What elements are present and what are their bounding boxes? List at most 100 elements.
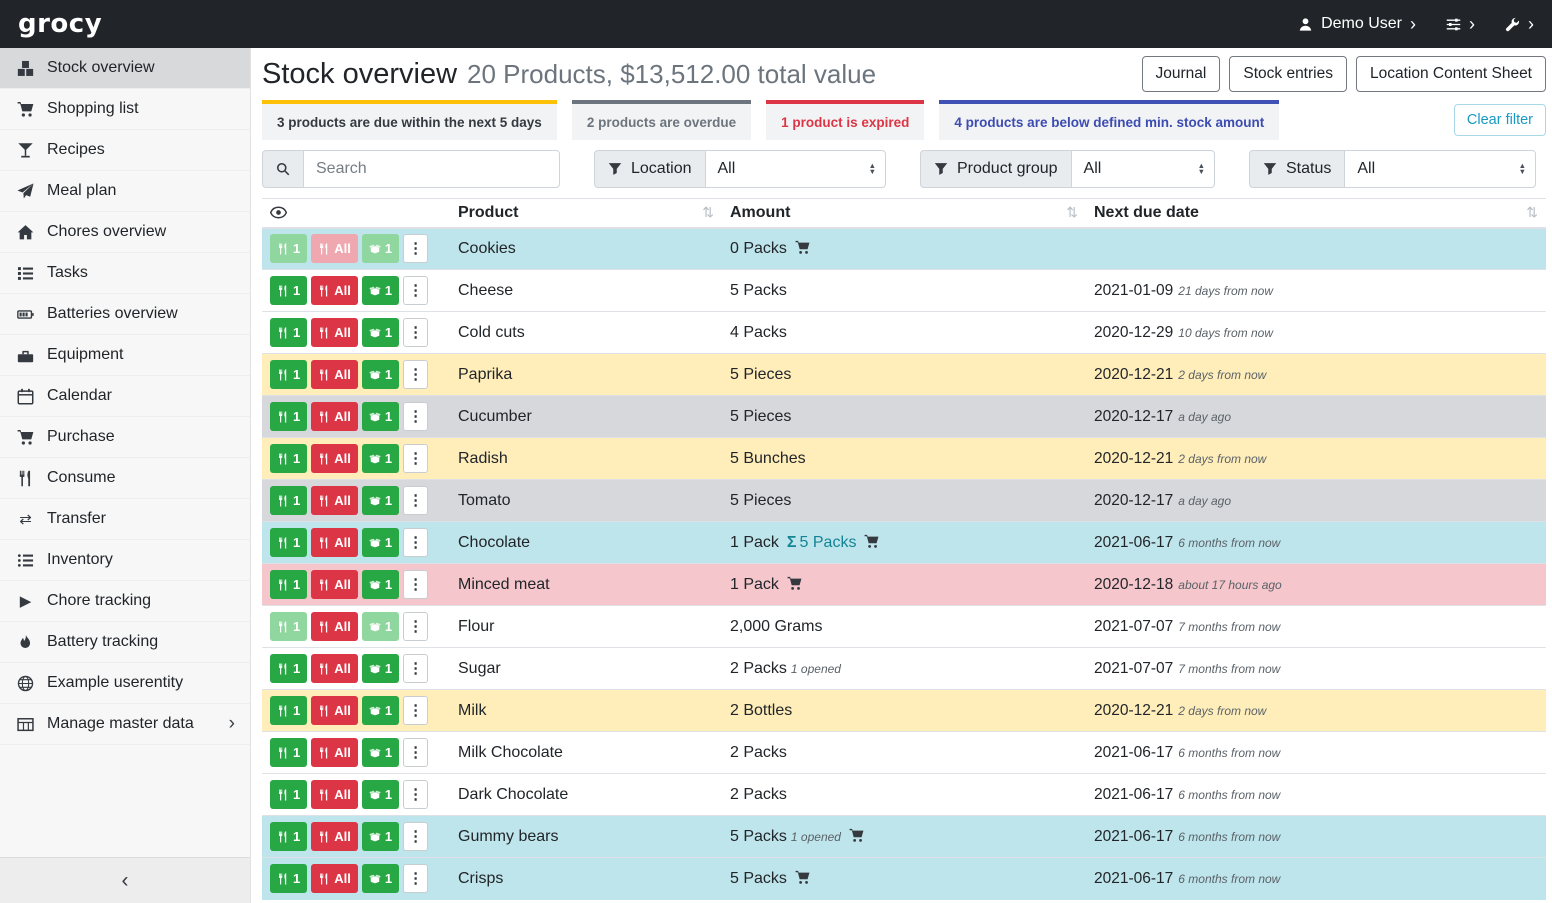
consume-all-button[interactable]: All bbox=[311, 780, 358, 809]
consume-all-button[interactable]: All bbox=[311, 402, 358, 431]
consume-all-button[interactable]: All bbox=[311, 276, 358, 305]
sidebar-item-manage-master-data[interactable]: Manage master data› bbox=[0, 704, 250, 745]
admin-menu[interactable]: › bbox=[1505, 15, 1534, 33]
column-header-next-due-date[interactable]: Next due date bbox=[1094, 204, 1199, 221]
sidebar-item-inventory[interactable]: Inventory bbox=[0, 540, 250, 581]
column-header-product[interactable]: Product bbox=[458, 204, 518, 221]
user-menu[interactable]: Demo User › bbox=[1298, 15, 1416, 33]
open-one-button[interactable]: 1 bbox=[362, 360, 399, 389]
row-menu-button[interactable]: ⋮ bbox=[403, 738, 428, 767]
consume-all-button[interactable]: All bbox=[311, 612, 358, 641]
consume-all-button[interactable]: All bbox=[311, 654, 358, 683]
settings-menu[interactable]: › bbox=[1446, 15, 1475, 33]
consume-one-button[interactable]: 1 bbox=[270, 864, 307, 893]
row-menu-button[interactable]: ⋮ bbox=[403, 570, 428, 599]
open-one-button[interactable]: 1 bbox=[362, 276, 399, 305]
row-menu-button[interactable]: ⋮ bbox=[403, 234, 428, 263]
open-one-button[interactable]: 1 bbox=[362, 612, 399, 641]
consume-one-button[interactable]: 1 bbox=[270, 360, 307, 389]
row-menu-button[interactable]: ⋮ bbox=[403, 486, 428, 515]
sidebar-item-chores-overview[interactable]: Chores overview bbox=[0, 212, 250, 253]
row-menu-button[interactable]: ⋮ bbox=[403, 864, 428, 893]
consume-one-button[interactable]: 1 bbox=[270, 738, 307, 767]
sidebar-item-calendar[interactable]: Calendar bbox=[0, 376, 250, 417]
consume-one-button[interactable]: 1 bbox=[270, 444, 307, 473]
row-menu-button[interactable]: ⋮ bbox=[403, 822, 428, 851]
consume-one-button[interactable]: 1 bbox=[270, 654, 307, 683]
product-group-select[interactable]: All ▲▼ bbox=[1071, 150, 1215, 188]
open-one-button[interactable]: 1 bbox=[362, 402, 399, 431]
sidebar-collapse-button[interactable]: ‹ bbox=[0, 857, 250, 903]
banner-overdue[interactable]: 2 products are overdue bbox=[572, 100, 751, 140]
row-menu-button[interactable]: ⋮ bbox=[403, 360, 428, 389]
open-one-button[interactable]: 1 bbox=[362, 780, 399, 809]
search-input[interactable] bbox=[303, 150, 560, 188]
consume-all-button[interactable]: All bbox=[311, 234, 358, 263]
sidebar-item-chore-tracking[interactable]: ▶Chore tracking bbox=[0, 581, 250, 622]
open-one-button[interactable]: 1 bbox=[362, 822, 399, 851]
row-menu-button[interactable]: ⋮ bbox=[403, 276, 428, 305]
consume-one-button[interactable]: 1 bbox=[270, 234, 307, 263]
status-select[interactable]: All ▲▼ bbox=[1344, 150, 1536, 188]
open-one-button[interactable]: 1 bbox=[362, 444, 399, 473]
open-one-button[interactable]: 1 bbox=[362, 234, 399, 263]
consume-all-button[interactable]: All bbox=[311, 864, 358, 893]
consume-all-button[interactable]: All bbox=[311, 696, 358, 725]
sidebar-item-batteries-overview[interactable]: Batteries overview bbox=[0, 294, 250, 335]
consume-one-button[interactable]: 1 bbox=[270, 570, 307, 599]
consume-one-button[interactable]: 1 bbox=[270, 276, 307, 305]
open-one-button[interactable]: 1 bbox=[362, 528, 399, 557]
consume-one-button[interactable]: 1 bbox=[270, 528, 307, 557]
location-select[interactable]: All ▲▼ bbox=[705, 150, 887, 188]
row-menu-button[interactable]: ⋮ bbox=[403, 612, 428, 641]
banner-due-soon[interactable]: 3 products are due within the next 5 day… bbox=[262, 100, 557, 140]
eye-icon[interactable] bbox=[270, 204, 287, 221]
row-menu-button[interactable]: ⋮ bbox=[403, 696, 428, 725]
consume-one-button[interactable]: 1 bbox=[270, 318, 307, 347]
open-one-button[interactable]: 1 bbox=[362, 654, 399, 683]
open-one-button[interactable]: 1 bbox=[362, 318, 399, 347]
row-menu-button[interactable]: ⋮ bbox=[403, 444, 428, 473]
consume-one-button[interactable]: 1 bbox=[270, 612, 307, 641]
sidebar-item-stock-overview[interactable]: Stock overview bbox=[0, 48, 250, 89]
row-menu-button[interactable]: ⋮ bbox=[403, 654, 428, 683]
banner-expired[interactable]: 1 product is expired bbox=[766, 100, 924, 140]
consume-one-button[interactable]: 1 bbox=[270, 822, 307, 851]
consume-all-button[interactable]: All bbox=[311, 486, 358, 515]
consume-all-button[interactable]: All bbox=[311, 570, 358, 599]
sidebar-item-battery-tracking[interactable]: Battery tracking bbox=[0, 622, 250, 663]
stock-entries-button[interactable]: Stock entries bbox=[1229, 56, 1347, 92]
sidebar-item-equipment[interactable]: Equipment bbox=[0, 335, 250, 376]
consume-one-button[interactable]: 1 bbox=[270, 486, 307, 515]
row-menu-button[interactable]: ⋮ bbox=[403, 402, 428, 431]
journal-button[interactable]: Journal bbox=[1142, 56, 1221, 92]
sidebar-item-purchase[interactable]: Purchase bbox=[0, 417, 250, 458]
open-one-button[interactable]: 1 bbox=[362, 864, 399, 893]
sort-icon[interactable]: ⇅ bbox=[1526, 204, 1538, 221]
sidebar-item-consume[interactable]: Consume bbox=[0, 458, 250, 499]
sidebar-item-transfer[interactable]: ⇄Transfer bbox=[0, 499, 250, 540]
consume-one-button[interactable]: 1 bbox=[270, 696, 307, 725]
consume-all-button[interactable]: All bbox=[311, 360, 358, 389]
row-menu-button[interactable]: ⋮ bbox=[403, 780, 428, 809]
sort-icon[interactable]: ⇅ bbox=[702, 204, 714, 221]
sidebar-item-recipes[interactable]: Recipes bbox=[0, 130, 250, 171]
row-menu-button[interactable]: ⋮ bbox=[403, 318, 428, 347]
open-one-button[interactable]: 1 bbox=[362, 486, 399, 515]
open-one-button[interactable]: 1 bbox=[362, 738, 399, 767]
consume-one-button[interactable]: 1 bbox=[270, 780, 307, 809]
column-header-amount[interactable]: Amount bbox=[730, 204, 790, 221]
consume-all-button[interactable]: All bbox=[311, 738, 358, 767]
consume-one-button[interactable]: 1 bbox=[270, 402, 307, 431]
open-one-button[interactable]: 1 bbox=[362, 696, 399, 725]
consume-all-button[interactable]: All bbox=[311, 822, 358, 851]
clear-filter-button[interactable]: Clear filter bbox=[1454, 104, 1546, 136]
sidebar-item-shopping-list[interactable]: Shopping list bbox=[0, 89, 250, 130]
location-content-sheet-button[interactable]: Location Content Sheet bbox=[1356, 56, 1546, 92]
sort-icon[interactable]: ⇅ bbox=[1066, 204, 1078, 221]
sidebar-item-tasks[interactable]: Tasks bbox=[0, 253, 250, 294]
consume-all-button[interactable]: All bbox=[311, 528, 358, 557]
sidebar-item-meal-plan[interactable]: Meal plan bbox=[0, 171, 250, 212]
banner-below-min-stock[interactable]: 4 products are below defined min. stock … bbox=[939, 100, 1279, 140]
consume-all-button[interactable]: All bbox=[311, 318, 358, 347]
